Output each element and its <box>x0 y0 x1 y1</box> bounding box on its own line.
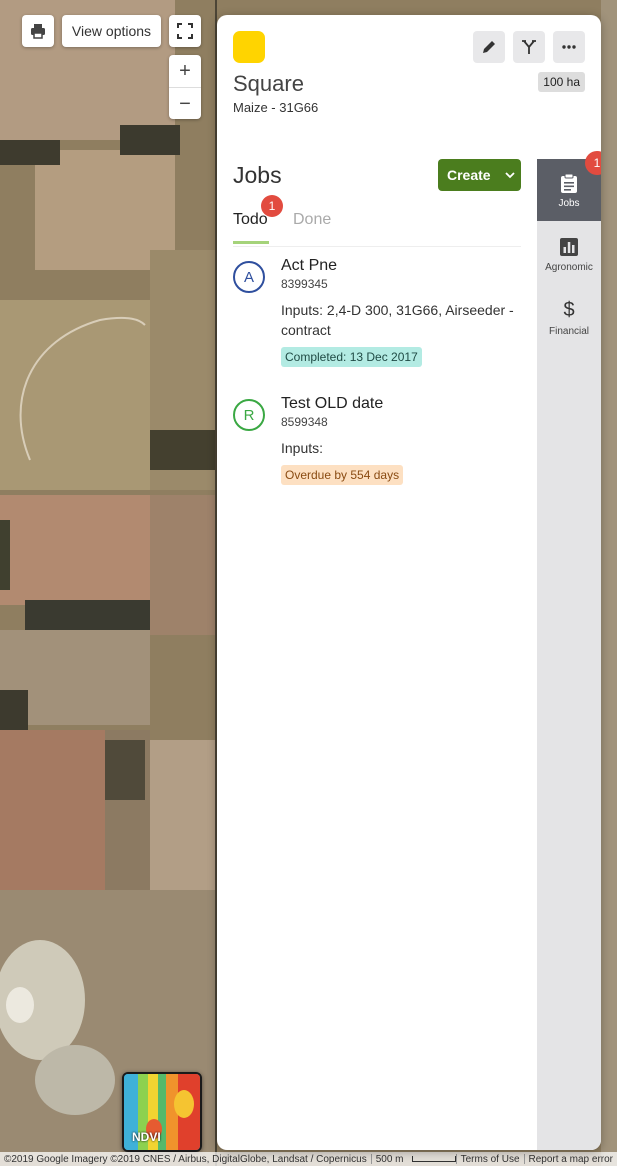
clipboard-icon <box>561 173 577 193</box>
chevron-down-icon[interactable] <box>499 170 521 180</box>
rail-item-agronomic[interactable]: Agronomic <box>537 223 601 285</box>
job-code: 8599348 <box>281 415 328 429</box>
dollar-icon: $ <box>563 299 575 321</box>
job-inputs: Inputs: 2,4-D 300, 31G66, Airseeder - co… <box>281 302 514 338</box>
attribution-text: ©2019 Google Imagery ©2019 CNES / Airbus… <box>4 1153 367 1165</box>
print-button[interactable] <box>22 15 54 47</box>
terms-link[interactable]: Terms of Use <box>457 1154 524 1165</box>
report-map-error-link[interactable]: Report a map error <box>525 1154 617 1165</box>
tab-done[interactable]: Done <box>293 211 331 229</box>
rail-jobs-label: Jobs <box>558 197 580 209</box>
view-options-button[interactable]: View options <box>62 15 161 47</box>
more-options-button[interactable] <box>553 31 585 63</box>
job-status-badge: Overdue by 554 days <box>281 465 404 485</box>
job-name[interactable]: Act Pne <box>281 257 337 275</box>
job-status-badge: Completed: 13 Dec 2017 <box>281 347 422 367</box>
field-panel: Square Maize - 31G66 100 ha Jobs Create … <box>217 15 601 1150</box>
field-name: Square <box>233 71 304 96</box>
fullscreen-icon <box>177 23 193 39</box>
bar-chart-icon <box>560 237 578 256</box>
job-avatar: R <box>233 399 265 431</box>
map-attribution: ©2019 Google Imagery ©2019 CNES / Airbus… <box>0 1152 617 1166</box>
scale-bar <box>411 1156 456 1162</box>
job-name[interactable]: Test OLD date <box>281 395 383 413</box>
side-rail: Jobs 1 Agronomic $ Financial <box>537 151 601 1150</box>
create-label: Create <box>447 167 491 183</box>
area-badge: 100 ha <box>538 72 585 92</box>
ndvi-label: NDVI <box>132 1130 161 1144</box>
scale-label: 500 m <box>375 1153 404 1165</box>
rail-agronomic-label: Agronomic <box>545 261 593 273</box>
job-inputs: Inputs: <box>281 440 324 456</box>
zoom-in-button[interactable]: + <box>169 55 201 87</box>
jobs-tabs: Todo 1 Done <box>233 195 521 247</box>
jobs-title: Jobs <box>233 162 282 188</box>
job-item[interactable]: A Act Pne 8399345 Inputs: 2,4-D 300, 31G… <box>233 257 521 371</box>
fullscreen-button[interactable] <box>169 15 201 47</box>
printer-icon <box>31 24 45 39</box>
job-item[interactable]: R Test OLD date 8599348 Inputs: Overdue … <box>233 395 521 499</box>
zoom-control: + − <box>169 55 201 119</box>
jobs-count-badge: 1 <box>585 151 601 175</box>
field-color-swatch <box>233 31 265 63</box>
rail-financial-label: Financial <box>548 325 590 337</box>
tab-todo[interactable]: Todo 1 <box>233 195 283 244</box>
rail-item-jobs[interactable]: Jobs 1 <box>537 151 601 221</box>
edit-button[interactable] <box>473 31 505 63</box>
todo-count-badge: 1 <box>261 195 283 217</box>
ndvi-layer-toggle[interactable]: NDVI <box>122 1072 202 1152</box>
job-avatar: A <box>233 261 265 293</box>
pencil-icon <box>483 41 495 53</box>
create-job-button[interactable]: Create <box>438 159 521 191</box>
job-code: 8399345 <box>281 277 328 291</box>
tab-todo-label: Todo <box>233 211 268 228</box>
split-button[interactable] <box>513 31 545 63</box>
zoom-out-button[interactable]: − <box>169 87 201 120</box>
more-icon <box>562 45 576 49</box>
rail-item-financial[interactable]: $ Financial <box>537 287 601 349</box>
split-icon <box>522 40 536 54</box>
field-crop: Maize - 31G66 <box>233 100 319 115</box>
